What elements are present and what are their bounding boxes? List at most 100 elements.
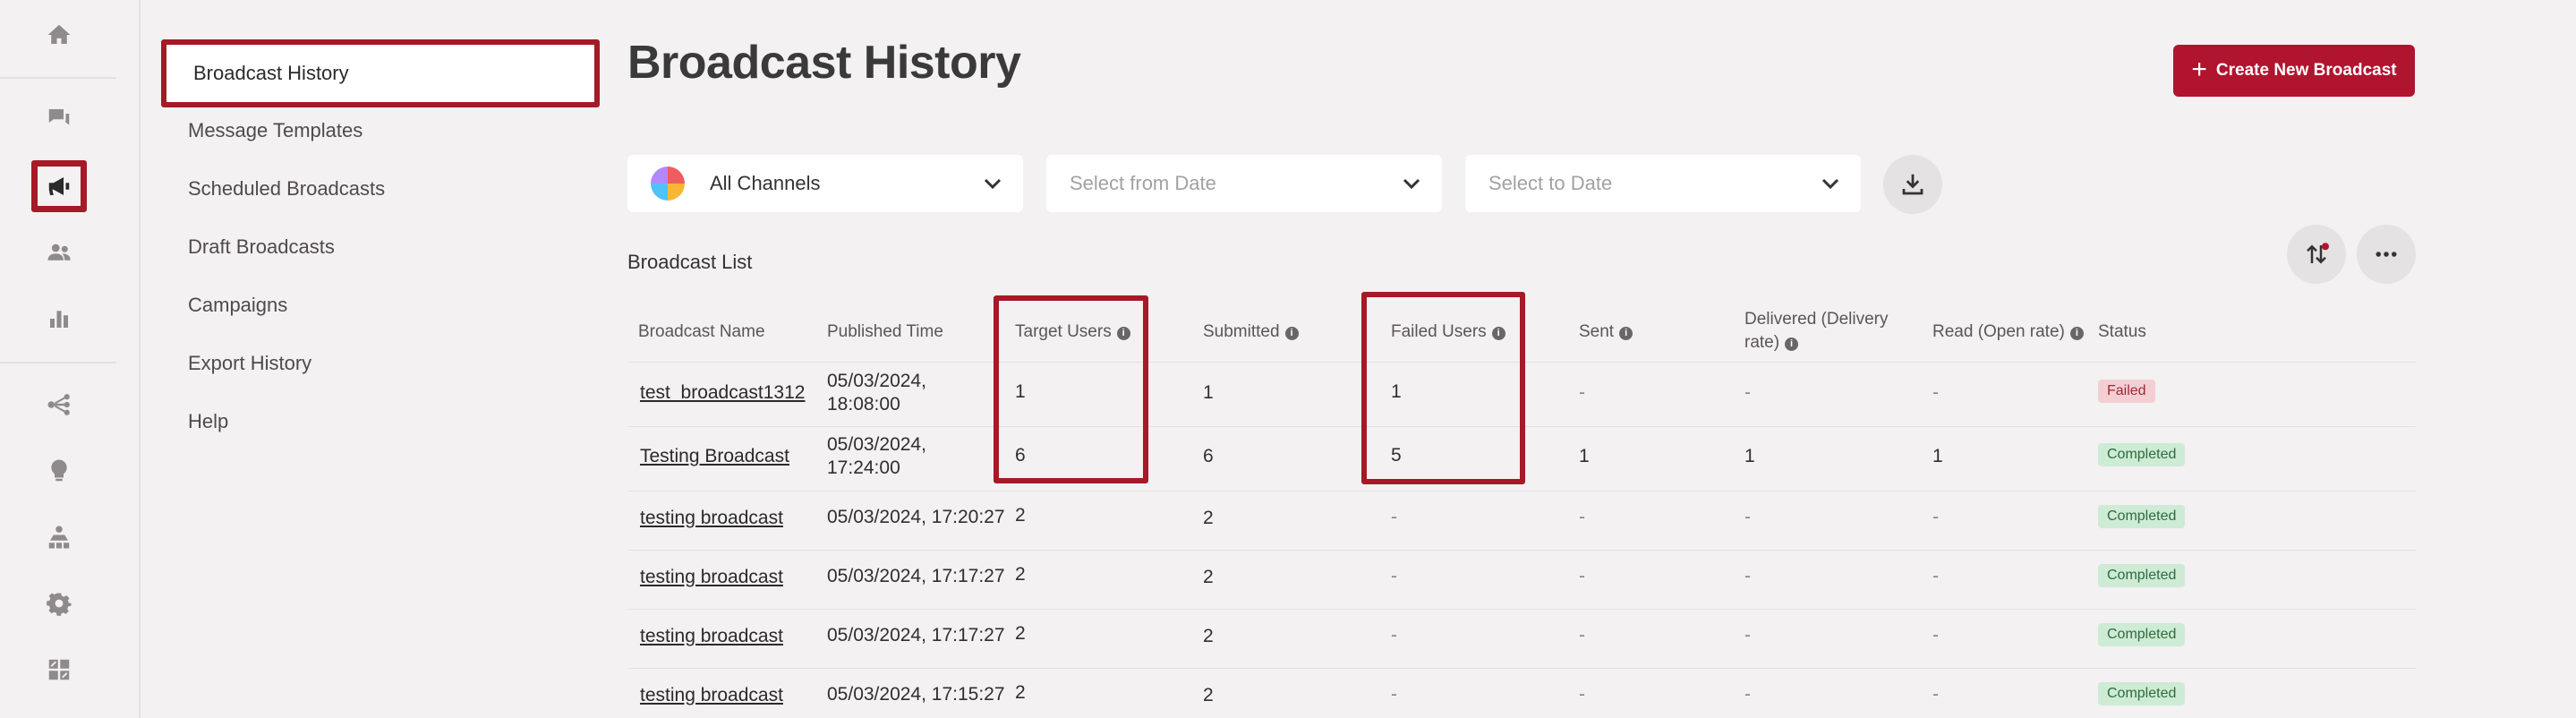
create-button-label: Create New Broadcast (2216, 61, 2397, 81)
subnav-item-broadcast-history[interactable]: Broadcast History (161, 39, 600, 107)
row-divider (627, 426, 2416, 427)
row-divider (627, 550, 2416, 551)
col-header-failed-users[interactable]: Failed Users i (1391, 321, 1506, 344)
submitted-cell: 6 (1203, 445, 1214, 468)
submitted-cell: 2 (1203, 507, 1214, 530)
broadcast-subnav: Broadcast History Message Templates Sche… (161, 0, 600, 718)
published-date: 05/03/2024, (827, 371, 926, 391)
status-badge: Completed (2098, 505, 2185, 528)
broadcast-name-link[interactable]: testing broadcast (640, 507, 783, 530)
subnav-item-scheduled-broadcasts[interactable]: Scheduled Broadcasts (188, 177, 385, 201)
read-cell: - (1932, 565, 1939, 588)
lightbulb-icon[interactable] (39, 451, 79, 491)
sent-label: Sent (1579, 322, 1614, 341)
info-icon[interactable]: i (1285, 327, 1299, 340)
status-badge: Completed (2098, 443, 2185, 466)
info-icon[interactable]: i (1619, 327, 1633, 340)
to-date-placeholder: Select to Date (1488, 172, 1612, 195)
read-cell: - (1932, 624, 1939, 647)
to-date-select[interactable]: Select to Date (1465, 155, 1861, 212)
chevron-down-icon (982, 173, 1003, 194)
delivered-cell: - (1744, 683, 1751, 706)
delivered-cell: - (1744, 381, 1751, 405)
from-date-select[interactable]: Select from Date (1046, 155, 1442, 212)
failed-users-cell: - (1391, 506, 1397, 529)
sent-cell: - (1579, 565, 1585, 588)
published-time-cell: 05/03/2024, 17:17:27 (827, 565, 1005, 588)
delivered-label-line1: Delivered (Delivery (1744, 310, 1889, 329)
target-users-cell: 1 (1015, 380, 1026, 404)
sort-button[interactable] (2287, 225, 2346, 284)
target-users-cell: 2 (1015, 563, 1026, 586)
failed-users-label: Failed Users (1391, 322, 1487, 341)
org-chart-icon[interactable] (39, 517, 79, 557)
broadcast-name-link[interactable]: test_broadcast1312 (640, 381, 805, 405)
col-header-broadcast-name[interactable]: Broadcast Name (638, 321, 765, 344)
row-divider (627, 668, 2416, 669)
users-icon[interactable] (39, 233, 79, 272)
create-new-broadcast-button[interactable]: + Create New Broadcast (2173, 45, 2415, 97)
chevron-down-icon (1820, 173, 1841, 194)
published-time: 17:24:00 (827, 457, 900, 478)
submitted-label: Submitted (1203, 322, 1280, 341)
target-users-cell: 2 (1015, 681, 1026, 705)
col-header-status[interactable]: Status (2098, 321, 2146, 344)
col-header-delivered[interactable]: Delivered (Delivery rate) i (1744, 308, 1889, 355)
subnav-item-campaigns[interactable]: Campaigns (188, 294, 287, 317)
info-icon[interactable]: i (1785, 338, 1798, 351)
broadcast-name-link[interactable]: testing broadcast (640, 625, 783, 648)
target-users-label: Target Users (1015, 322, 1112, 341)
icon-rail (0, 0, 141, 718)
col-header-read[interactable]: Read (Open rate)i (1932, 321, 2084, 344)
published-date: 05/03/2024, (827, 434, 926, 455)
failed-users-cell: 1 (1391, 380, 1402, 404)
delivered-cell: 1 (1744, 445, 1755, 468)
all-channels-icon (651, 167, 685, 201)
delivered-cell: - (1744, 624, 1751, 647)
subnav-item-draft-broadcasts[interactable]: Draft Broadcasts (188, 235, 335, 259)
target-users-cell: 6 (1015, 444, 1026, 467)
col-header-target-users[interactable]: Target Users i (1015, 321, 1130, 344)
row-divider (627, 362, 2416, 363)
col-header-submitted[interactable]: Submitted i (1203, 321, 1299, 344)
target-users-cell: 2 (1015, 622, 1026, 645)
sent-cell: - (1579, 381, 1585, 405)
home-icon[interactable] (39, 15, 79, 55)
page-title: Broadcast History (627, 36, 1020, 90)
broadcast-name-link[interactable]: Testing Broadcast (640, 445, 789, 468)
flow-icon[interactable] (39, 385, 79, 424)
sent-cell: - (1579, 506, 1585, 529)
subnav-item-export-history[interactable]: Export History (188, 352, 311, 375)
more-options-button[interactable] (2357, 225, 2416, 284)
sent-cell: 1 (1579, 445, 1590, 468)
submitted-cell: 2 (1203, 566, 1214, 589)
megaphone-icon[interactable] (39, 167, 79, 206)
col-header-sent[interactable]: Senti (1579, 321, 1633, 344)
broadcast-name-link[interactable]: testing broadcast (640, 566, 783, 589)
published-time-cell: 05/03/2024,17:24:00 (827, 433, 926, 480)
plus-icon: + (2191, 56, 2207, 83)
broadcast-list-label: Broadcast List (627, 251, 752, 274)
broadcast-name-link[interactable]: testing broadcast (640, 684, 783, 707)
subnav-item-help[interactable]: Help (188, 410, 228, 433)
info-icon[interactable]: i (1492, 327, 1506, 340)
subnav-item-label: Broadcast History (193, 62, 349, 85)
status-badge: Completed (2098, 623, 2185, 646)
failed-users-cell: - (1391, 565, 1397, 588)
submitted-cell: 2 (1203, 625, 1214, 648)
delivered-cell: - (1744, 506, 1751, 529)
bar-chart-icon[interactable] (39, 299, 79, 338)
download-button[interactable] (1883, 155, 1942, 214)
info-icon[interactable]: i (1117, 327, 1130, 340)
rail-divider (0, 77, 116, 79)
sent-cell: - (1579, 683, 1585, 706)
info-icon[interactable]: i (2070, 327, 2084, 340)
delivered-label-line2: rate) (1744, 333, 1779, 352)
gear-icon[interactable] (39, 584, 79, 623)
subnav-item-message-templates[interactable]: Message Templates (188, 119, 363, 142)
col-header-published-time[interactable]: Published Time (827, 321, 943, 344)
channel-select[interactable]: All Channels (627, 155, 1023, 212)
integrations-icon[interactable] (39, 650, 79, 689)
chat-icon[interactable] (39, 98, 79, 138)
delivered-cell: - (1744, 565, 1751, 588)
